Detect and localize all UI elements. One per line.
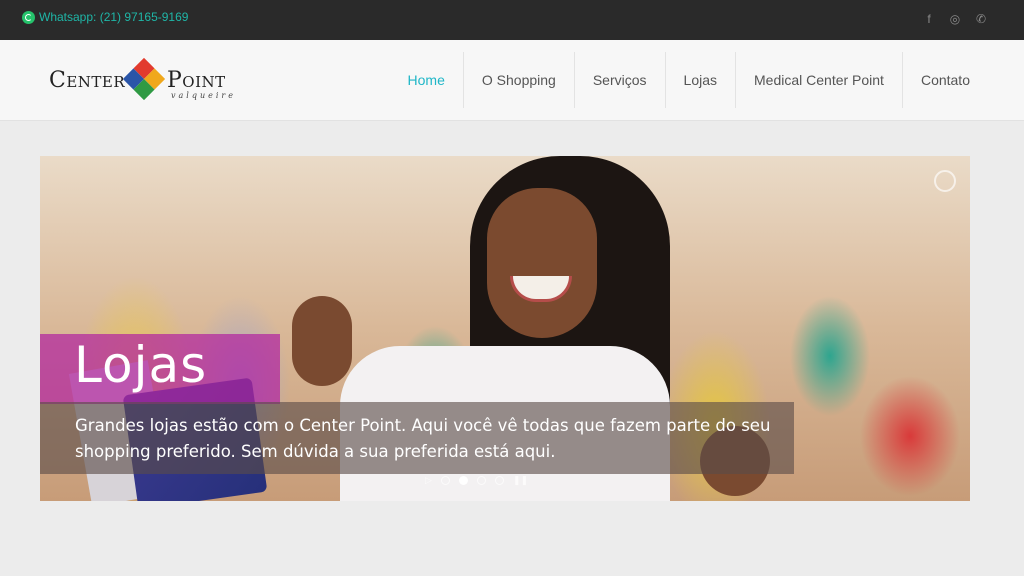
instagram-icon[interactable]: ◎ [948,11,962,27]
nav-item-o-shopping[interactable]: O Shopping [462,52,574,108]
logo-diamond-icon [122,57,166,101]
logo-subtitle: valqueire [171,91,236,100]
center-point-logo[interactable]: Center Point valqueire [49,57,239,104]
slide-photo-face [487,188,597,338]
slider-dot-active[interactable] [458,476,468,485]
slide-caption-box: Grandes lojas estão com o Center Point. … [40,402,794,474]
slider-dot[interactable] [476,476,486,485]
logo-text-left: Center [49,68,126,93]
social-links: f ◎ ✆ [922,11,988,27]
slider-pagination: ▷ ❚❚ [425,475,528,486]
logo-text-right: Point [167,68,226,93]
top-bar: Whatsapp: (21) 97165-9169 f ◎ ✆ [0,0,1024,40]
whatsapp-label: Whatsapp: (21) 97165-9169 [39,10,189,24]
main-nav: Home O Shopping Serviços Lojas Medical C… [390,52,988,108]
facebook-icon[interactable]: f [922,11,936,27]
nav-item-contato[interactable]: Contato [901,52,988,108]
slide-photo-hand [292,296,352,386]
whatsapp-link[interactable]: Whatsapp: (21) 97165-9169 [22,10,188,24]
nav-item-medical-center-point[interactable]: Medical Center Point [735,52,902,108]
phone-icon[interactable]: ✆ [974,11,988,27]
slide-title-box: Lojas [40,334,280,404]
slider-timer-icon [934,170,956,192]
whatsapp-icon [22,10,35,24]
site-header: Center Point valqueire Home O Shopping S… [0,40,1024,121]
nav-item-home[interactable]: Home [390,52,463,108]
slide-caption: Grandes lojas estão com o Center Point. … [75,416,771,461]
hero-slider[interactable]: Lojas Grandes lojas estão com o Center P… [40,156,970,501]
slider-pause-icon[interactable]: ❚❚ [513,475,528,486]
nav-item-servicos[interactable]: Serviços [573,52,665,108]
nav-item-lojas[interactable]: Lojas [664,52,735,108]
slider-prev-icon[interactable]: ▷ [425,475,432,486]
slider-dot[interactable] [494,476,504,485]
slide-title: Lojas [74,336,208,394]
slider-dot[interactable] [440,476,450,485]
